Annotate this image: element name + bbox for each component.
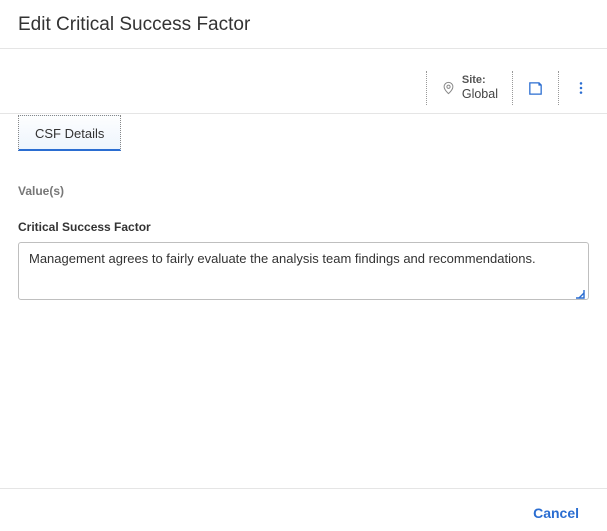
save-cell <box>512 71 558 105</box>
cancel-button[interactable]: Cancel <box>527 501 585 525</box>
save-icon[interactable] <box>527 80 544 97</box>
site-cell: Site: Global <box>426 71 512 105</box>
tabs: CSF Details <box>0 114 607 150</box>
site-value: Global <box>462 87 498 102</box>
csf-textarea[interactable] <box>18 242 589 300</box>
footer-bar: Cancel <box>0 488 607 525</box>
csf-field-wrap <box>18 242 589 303</box>
page-title: Edit Critical Success Factor <box>18 14 589 36</box>
location-pin-icon <box>441 79 456 97</box>
site-block: Site: Global <box>462 74 498 102</box>
csf-field-label: Critical Success Factor <box>18 220 589 234</box>
site-label: Site: <box>462 74 498 87</box>
title-bar: Edit Critical Success Factor <box>0 0 607 49</box>
dialog-root: Edit Critical Success Factor Site: Globa… <box>0 0 607 531</box>
tab-csf-details[interactable]: CSF Details <box>18 115 121 151</box>
form-area: Value(s) Critical Success Factor <box>0 150 607 303</box>
more-vertical-icon[interactable] <box>573 80 589 96</box>
section-header-values: Value(s) <box>18 184 589 198</box>
context-bar: Site: Global <box>0 49 607 114</box>
more-cell <box>558 71 589 105</box>
